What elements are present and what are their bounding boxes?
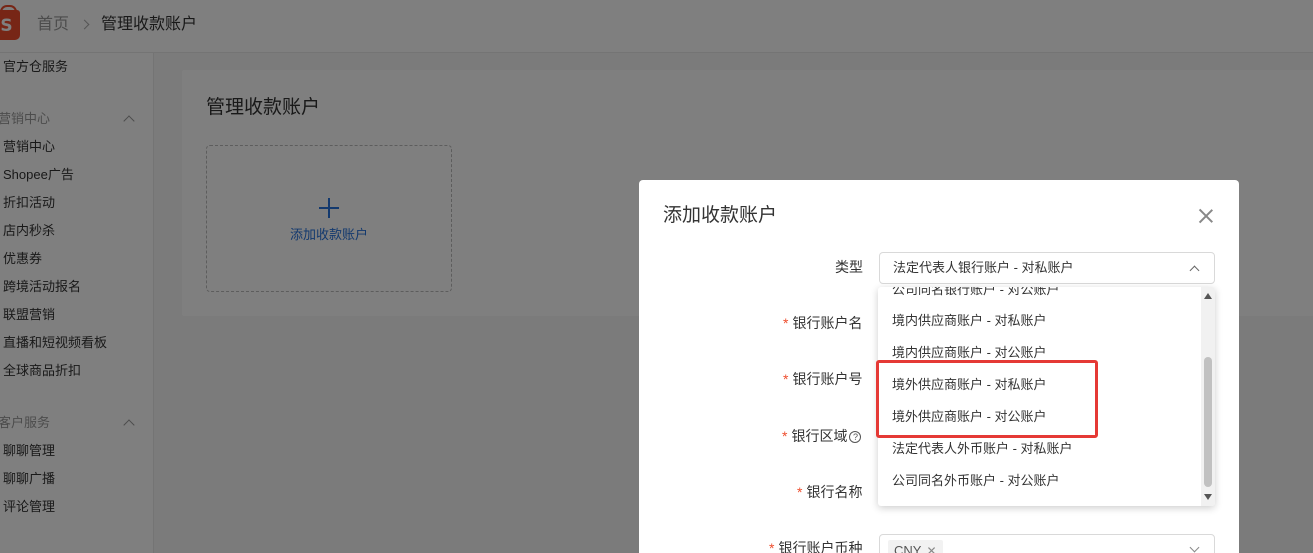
currency-tag: CNY ✕	[888, 540, 943, 553]
account-number-label: * 银行账户号	[783, 371, 863, 387]
account-name-label: * 银行账户名	[783, 315, 863, 331]
chevron-down-icon	[1188, 543, 1200, 553]
type-label: 类型	[835, 259, 863, 275]
dropdown-scrollbar[interactable]	[1201, 287, 1215, 506]
dropdown-option[interactable]: 法定代表人外币账户 - 对私账户	[892, 440, 1073, 458]
currency-label: * 银行账户币种	[769, 540, 863, 553]
dropdown-option[interactable]: 公司同名外币账户 - 对公账户	[892, 472, 1060, 490]
tag-close-icon[interactable]: ✕	[926, 540, 936, 553]
currency-select[interactable]: CNY ✕	[879, 534, 1215, 553]
bank-region-label: * 银行区域?	[782, 426, 862, 446]
highlight-annotation	[876, 360, 1098, 438]
type-select[interactable]: 法定代表人银行账户 - 对私账户	[879, 252, 1215, 284]
scrollbar-thumb[interactable]	[1204, 357, 1212, 487]
modal-title: 添加收款账户	[663, 205, 778, 226]
scroll-up-arrow-icon[interactable]	[1204, 293, 1212, 299]
dropdown-option[interactable]: 境内供应商账户 - 对私账户	[892, 312, 1047, 330]
close-icon[interactable]	[1198, 208, 1214, 224]
bank-name-label: * 银行名称	[797, 484, 863, 500]
dropdown-option[interactable]: 公司同名银行账户 - 对公账户	[892, 287, 1060, 299]
help-icon[interactable]: ?	[849, 431, 862, 443]
scroll-down-arrow-icon[interactable]	[1204, 494, 1212, 500]
type-select-value: 法定代表人银行账户 - 对私账户	[893, 260, 1074, 275]
chevron-up-icon	[1188, 263, 1200, 275]
